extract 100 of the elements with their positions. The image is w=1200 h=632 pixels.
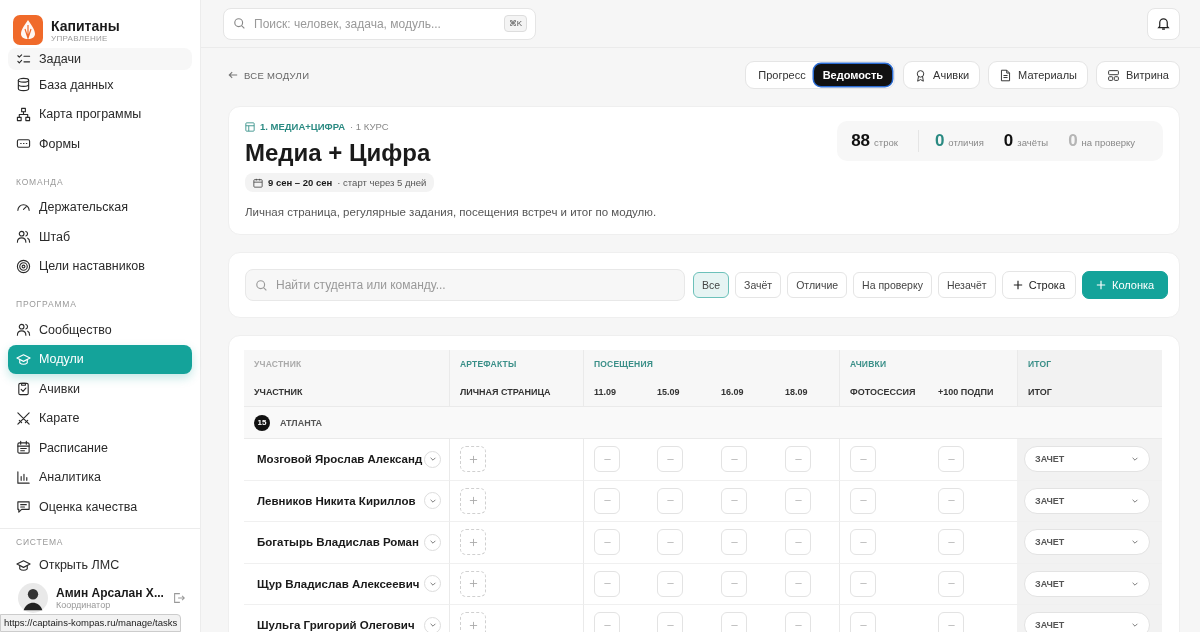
add-artifact-button[interactable] <box>460 570 486 597</box>
sidebar-item[interactable]: Задачи <box>8 48 192 70</box>
stat-label: строк <box>874 137 898 148</box>
search-icon <box>233 17 246 30</box>
mark-button[interactable] <box>721 487 747 514</box>
column-header: ФОТОСЕССИЯ <box>839 377 928 407</box>
mark-button[interactable] <box>594 529 620 556</box>
sidebar-item[interactable]: Оценка качества <box>8 492 192 522</box>
view-button[interactable]: Ачивки <box>903 61 981 89</box>
column-header: +100 ПОДПИ <box>928 377 1017 407</box>
stat-value: 0 <box>934 131 945 151</box>
mark-button[interactable] <box>657 446 683 473</box>
result-select[interactable]: ЗАЧЕТ <box>1024 529 1150 556</box>
sidebar-item[interactable]: База данных <box>8 70 192 100</box>
user-role: Координатор <box>56 600 112 610</box>
mark-button[interactable] <box>938 570 964 597</box>
plus-icon <box>468 537 478 547</box>
filter-chip[interactable]: Зачёт <box>735 272 782 298</box>
stat-value: 0 <box>1068 131 1078 151</box>
sidebar-item[interactable]: Формы <box>8 129 192 159</box>
add-row-button[interactable]: Строка <box>1001 271 1077 299</box>
filter-chip[interactable]: На проверку <box>853 272 932 298</box>
mark-button[interactable] <box>721 612 747 632</box>
mark-button[interactable] <box>594 487 620 514</box>
back-link[interactable]: ВСЕ МОДУЛИ <box>228 69 310 81</box>
mark-button[interactable] <box>657 570 683 597</box>
mark-button[interactable] <box>785 487 811 514</box>
bar-chart-icon <box>16 469 31 485</box>
expand-button[interactable] <box>424 616 441 632</box>
sidebar-item[interactable]: Открыть ЛМС <box>8 550 192 580</box>
chevron-down-icon <box>428 538 437 547</box>
add-artifact-button[interactable] <box>460 446 486 473</box>
expand-button[interactable] <box>424 450 442 468</box>
sidebar-item[interactable]: Держательская <box>8 192 192 222</box>
flame-logo-icon <box>13 15 43 45</box>
sidebar-item[interactable]: Карате <box>8 403 192 433</box>
mark-button[interactable] <box>657 529 683 556</box>
student-name: Мозговой Ярослав Александ <box>257 453 423 466</box>
sidebar-item[interactable]: Штаб <box>8 222 192 252</box>
chevron-down-icon <box>1131 538 1139 547</box>
student-search-field[interactable]: Найти студента или команду... <box>245 269 685 301</box>
mark-button[interactable] <box>594 446 620 473</box>
add-artifact-button[interactable] <box>460 612 486 632</box>
result-select[interactable]: ЗАЧЕТ <box>1024 612 1150 632</box>
plus-icon <box>468 454 478 464</box>
section-label: ПРОГРАММА <box>15 298 78 311</box>
result-select[interactable]: ЗАЧЕТ <box>1024 487 1150 514</box>
logout-icon[interactable] <box>172 591 186 605</box>
layout-icon <box>1107 68 1120 82</box>
mark-button[interactable] <box>657 612 683 632</box>
result-select[interactable]: ЗАЧЕТ <box>1024 446 1150 473</box>
mark-button[interactable] <box>938 612 964 632</box>
mark-button[interactable] <box>785 570 811 597</box>
stat-label: зачёты <box>1017 137 1049 148</box>
brand-name: Капитаны <box>51 17 120 34</box>
mark-button[interactable] <box>594 570 620 597</box>
sidebar-item[interactable]: Карта программы <box>8 99 192 129</box>
expand-button[interactable] <box>424 492 441 510</box>
target-icon <box>16 258 31 274</box>
mark-button[interactable] <box>850 529 876 556</box>
mark-button[interactable] <box>785 446 811 473</box>
view-tab[interactable]: Ведомость <box>813 64 893 86</box>
add-artifact-button[interactable] <box>460 487 486 514</box>
mark-button[interactable] <box>938 487 964 514</box>
course-label: · 1 КУРС <box>350 121 389 132</box>
brand-subtitle: УПРАВЛЕНИЕ <box>51 33 109 43</box>
mark-button[interactable] <box>785 529 811 556</box>
sidebar-item[interactable]: Цели наставников <box>8 251 192 281</box>
mark-button[interactable] <box>850 612 876 632</box>
add-artifact-button[interactable] <box>460 529 486 556</box>
expand-button[interactable] <box>424 533 441 551</box>
mark-button[interactable] <box>721 529 747 556</box>
expand-button[interactable] <box>424 575 441 593</box>
column-header: 11.09 <box>583 377 647 407</box>
sidebar-item[interactable]: Ачивки <box>8 374 192 404</box>
mark-button[interactable] <box>657 487 683 514</box>
sidebar-item[interactable]: Сообщество <box>8 315 192 345</box>
filter-chip[interactable]: Отличие <box>787 272 848 298</box>
notifications-button[interactable] <box>1147 7 1180 40</box>
view-button[interactable]: Материалы <box>988 61 1088 89</box>
view-button[interactable]: Витрина <box>1096 61 1180 89</box>
mark-button[interactable] <box>938 446 964 473</box>
stat-label: отличия <box>948 137 984 148</box>
mark-button[interactable] <box>938 529 964 556</box>
column-header: ЛИЧНАЯ СТРАНИЦА <box>449 377 583 407</box>
mark-button[interactable] <box>594 612 620 632</box>
view-tab[interactable]: Прогресс <box>754 64 810 86</box>
mark-button[interactable] <box>721 446 747 473</box>
section-label: СИСТЕМА <box>0 527 200 551</box>
mark-button[interactable] <box>850 487 876 514</box>
mark-button[interactable] <box>850 570 876 597</box>
result-select[interactable]: ЗАЧЕТ <box>1024 570 1150 597</box>
mark-button[interactable] <box>721 570 747 597</box>
sidebar-item[interactable]: Аналитика <box>8 462 192 492</box>
sidebar-item[interactable]: Расписание <box>8 433 192 463</box>
filter-chip[interactable]: Незачёт <box>937 272 996 298</box>
filter-chip[interactable]: Все <box>693 272 730 298</box>
plus-icon <box>468 620 478 630</box>
mark-button[interactable] <box>785 612 811 632</box>
mark-button[interactable] <box>850 446 876 473</box>
